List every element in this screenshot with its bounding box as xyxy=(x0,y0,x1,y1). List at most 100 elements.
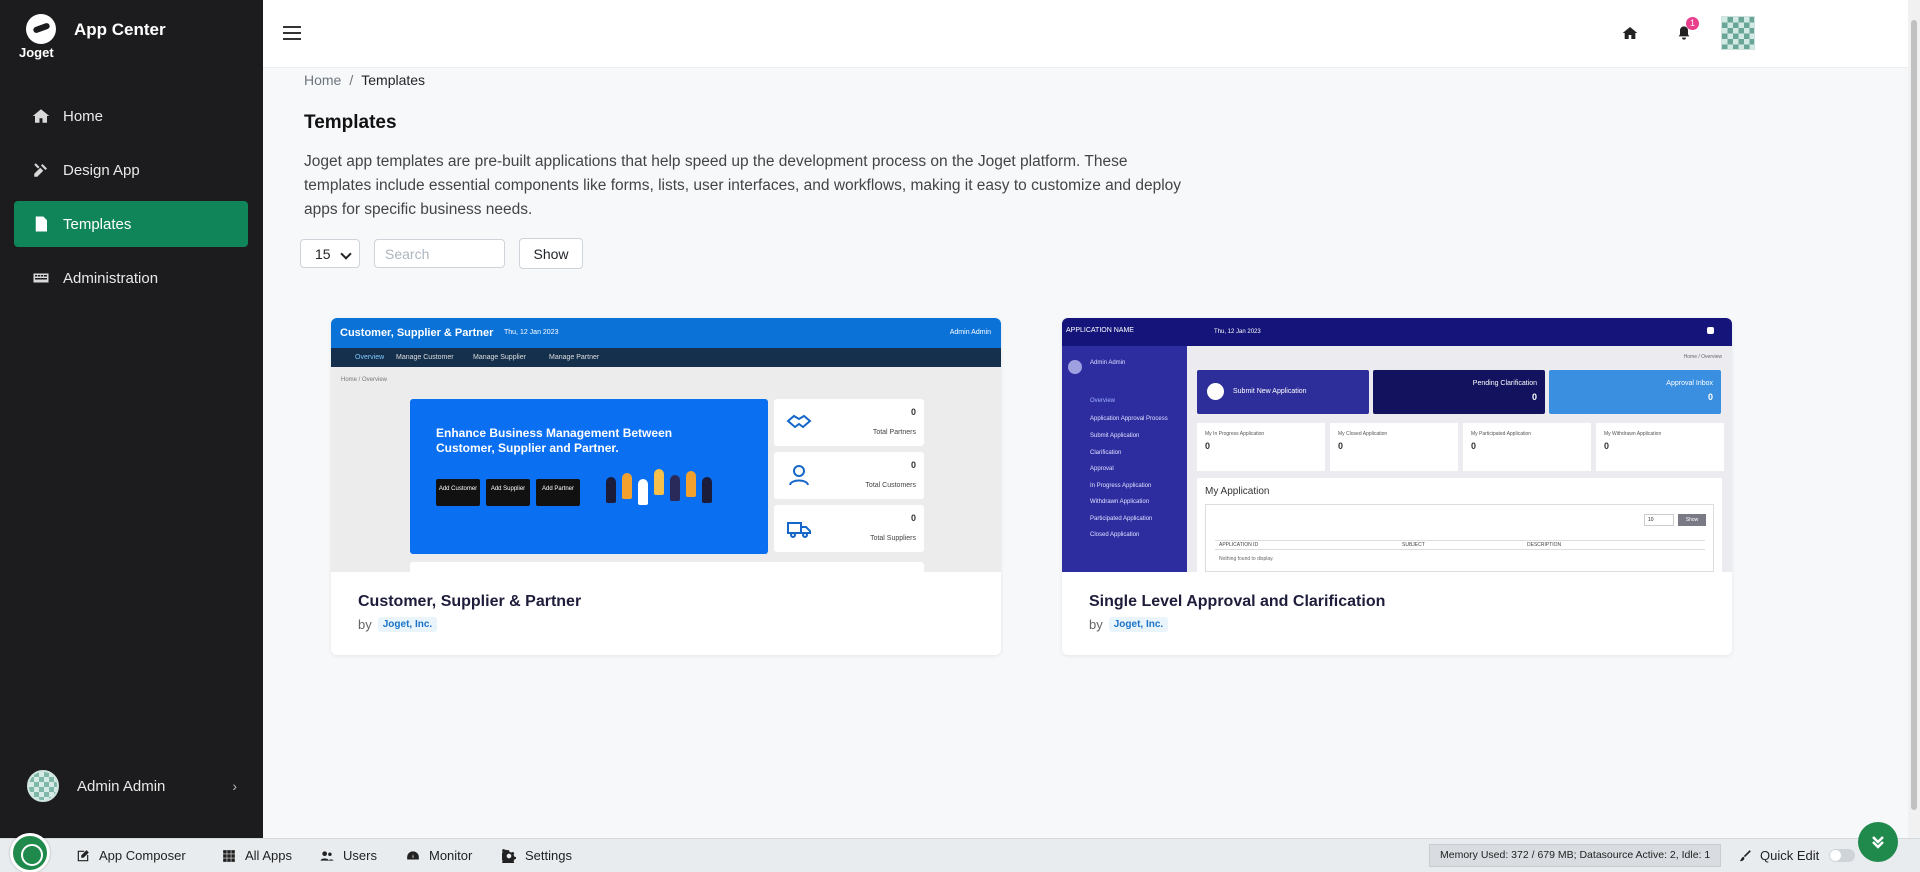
home-icon[interactable] xyxy=(1619,22,1641,44)
user-avatar[interactable] xyxy=(1721,16,1755,50)
stat-label: My Withdrawn Application xyxy=(1604,431,1662,437)
card-title[interactable]: Customer, Supplier & Partner xyxy=(358,593,581,611)
joget-logo-button[interactable] xyxy=(10,833,50,872)
preview-menu-item: Approval xyxy=(1090,466,1114,472)
truck-icon xyxy=(786,515,812,541)
app-title: App Center xyxy=(74,20,166,39)
users-button[interactable]: Users xyxy=(320,848,377,863)
list-column: SUBJECT xyxy=(1402,542,1425,548)
menu-toggle-icon[interactable] xyxy=(283,26,301,40)
author-badge[interactable]: Joget, Inc. xyxy=(377,617,438,632)
quick-edit-toggle[interactable]: Quick Edit xyxy=(1738,848,1856,863)
template-preview: Customer, Supplier & Partner Thu, 12 Jan… xyxy=(331,318,1001,572)
bell-icon xyxy=(1707,327,1714,334)
sidebar-item-templates[interactable]: Templates xyxy=(14,201,248,247)
bottombar-label: App Composer xyxy=(99,848,186,863)
bottombar-label: All Apps xyxy=(245,848,292,863)
list-column: DESCRIPTION xyxy=(1527,542,1562,548)
breadcrumb: Home / Templates xyxy=(304,72,425,88)
show-button[interactable]: Show xyxy=(519,238,583,269)
preview-date: Thu, 12 Jan 2023 xyxy=(504,329,559,336)
card-author-line: by Joget, Inc. xyxy=(358,617,438,632)
home-icon xyxy=(31,106,51,126)
preview-menu-item: Application Approval Process xyxy=(1090,416,1168,422)
stat-value: 0 xyxy=(910,460,916,470)
preview-date: Thu, 12 Jan 2023 xyxy=(1214,329,1261,335)
quick-edit-switch[interactable] xyxy=(1829,849,1856,862)
bottombar-label: Settings xyxy=(525,848,572,863)
sidebar-item-home[interactable]: Home xyxy=(14,93,248,139)
stat-value: 0 xyxy=(910,407,916,417)
preview-stat-suppliers: 0 Total Suppliers xyxy=(774,505,924,552)
preview-list: My Application 10 Show APPLICATION ID SU… xyxy=(1197,478,1722,572)
collapse-toolbar-button[interactable] xyxy=(1858,822,1898,862)
monitor-button[interactable]: Monitor xyxy=(406,848,472,863)
preview-crumb: Home / Overview xyxy=(341,377,388,383)
chevron-right-icon: › xyxy=(232,778,237,794)
user-menu[interactable]: Admin Admin › xyxy=(27,770,237,802)
grid-icon xyxy=(223,849,235,862)
page-title: Templates xyxy=(304,112,397,133)
box-label: Approval Inbox xyxy=(1666,380,1713,387)
card-author-line: by Joget, Inc. xyxy=(1089,617,1169,632)
preview-menu-item: Overview xyxy=(1090,398,1116,404)
settings-button[interactable]: Settings xyxy=(502,848,572,863)
list-show: Show xyxy=(1678,514,1706,526)
scrollbar[interactable] xyxy=(1908,0,1920,838)
preview-hero: Enhance Business Management Between Cust… xyxy=(410,399,768,554)
app-composer-button[interactable]: App Composer xyxy=(76,848,186,863)
sidebar-item-label: Home xyxy=(63,107,104,125)
tools-icon xyxy=(31,160,51,180)
box-value: 0 xyxy=(1531,392,1537,402)
preview-stat-partners: 0 Total Partners xyxy=(774,399,924,446)
preview-crumb: Home / Overview xyxy=(1683,354,1722,360)
joget-logo: Joget xyxy=(18,12,62,60)
template-card[interactable]: Customer, Supplier & Partner Thu, 12 Jan… xyxy=(331,318,1001,655)
preview-menu-item: Closed Application xyxy=(1090,532,1140,538)
preview-stat: My Participated Application 0 xyxy=(1463,423,1591,471)
box-label: Submit New Application xyxy=(1233,388,1307,395)
template-card[interactable]: APPLICATION NAME Thu, 12 Jan 2023 Admin … xyxy=(1062,318,1732,655)
page-size-select[interactable]: 15 xyxy=(300,239,360,268)
all-apps-button[interactable]: All Apps xyxy=(222,848,292,863)
brand[interactable]: Joget App Center xyxy=(18,12,166,60)
bottombar-label: Monitor xyxy=(429,848,473,863)
gears-icon xyxy=(502,848,516,863)
filters: 15 Show xyxy=(300,238,583,269)
bell-icon[interactable]: 1 xyxy=(1673,17,1699,44)
sidebar-item-design-app[interactable]: Design App xyxy=(14,147,248,193)
preview-button: Add Partner xyxy=(536,479,580,506)
preview-box: Pending Clarification 0 xyxy=(1373,370,1545,414)
card-title[interactable]: Single Level Approval and Clarification xyxy=(1089,593,1385,611)
keyboard-icon xyxy=(31,268,51,288)
sidebar-item-label: Design App xyxy=(63,161,140,179)
author-badge[interactable]: Joget, Inc. xyxy=(1108,617,1169,632)
preview-box: Submit New Application xyxy=(1197,370,1369,414)
preview-stat-customers: 0 Total Customers xyxy=(774,452,924,499)
bottombar-label: Users xyxy=(343,848,377,863)
search-input[interactable] xyxy=(374,239,505,268)
stat-value: 0 xyxy=(1471,441,1477,451)
stat-label: My In Progress Application xyxy=(1205,431,1265,437)
preview-menu-item: In Progress Application xyxy=(1090,483,1152,489)
box-label: Pending Clarification xyxy=(1472,380,1537,387)
preview-user: Admin Admin xyxy=(949,329,991,336)
breadcrumb-separator: / xyxy=(349,72,354,88)
page-description: Joget app templates are pre-built applic… xyxy=(304,153,1182,218)
file-icon xyxy=(31,214,51,234)
breadcrumb-home[interactable]: Home xyxy=(304,72,341,88)
logo-text: Joget xyxy=(19,45,54,60)
box-value: 0 xyxy=(1707,392,1713,402)
list-title: My Application xyxy=(1205,486,1270,497)
preview-header: Customer, Supplier & Partner xyxy=(340,327,494,339)
user-name: Admin Admin xyxy=(77,777,166,795)
scroll-thumb[interactable] xyxy=(1911,20,1917,810)
sidebar-item-administration[interactable]: Administration xyxy=(14,255,248,301)
list-page-size: 10 xyxy=(1644,514,1674,526)
brush-icon xyxy=(1739,849,1751,861)
stat-value: 0 xyxy=(1604,441,1610,451)
preview-stat: My Closed Application 0 xyxy=(1330,423,1458,471)
by-label: by xyxy=(1089,617,1103,632)
preview-button: Add Customer xyxy=(436,479,480,506)
by-label: by xyxy=(358,617,372,632)
